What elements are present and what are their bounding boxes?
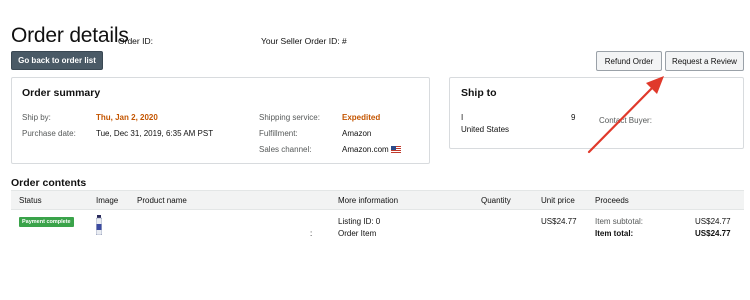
request-review-button[interactable]: Request a Review <box>665 51 744 71</box>
column-more-information: More information <box>338 196 399 205</box>
order-id-label: Order ID: <box>118 36 153 46</box>
item-total-label: Item total: <box>595 229 634 238</box>
ship-to-country: United States <box>461 125 510 134</box>
status-badge: Payment complete <box>19 217 74 227</box>
column-quantity: Quantity <box>481 196 511 205</box>
product-thumbnail[interactable] <box>96 215 102 235</box>
column-image: Image <box>96 196 119 205</box>
order-contents-title: Order contents <box>11 177 87 189</box>
shipping-service-value: Expedited <box>342 113 381 122</box>
sales-channel-value-wrap: Amazon.com <box>342 145 401 154</box>
order-summary-title: Order summary <box>22 87 101 99</box>
ship-by-label: Ship by: <box>22 113 51 122</box>
item-subtotal-label: Item subtotal: <box>595 217 644 226</box>
sales-channel-value: Amazon.com <box>342 145 389 154</box>
item-subtotal-value: US$24.77 <box>695 217 731 226</box>
listing-id: Listing ID: 0 <box>338 217 381 226</box>
ship-to-line1-suffix: 9 <box>571 113 576 122</box>
go-back-button[interactable]: Go back to order list <box>11 51 103 70</box>
purchase-date-value: Tue, Dec 31, 2019, 6:35 AM PST <box>96 129 214 138</box>
sales-channel-label: Sales channel: <box>259 145 312 154</box>
column-product-name: Product name <box>137 196 187 205</box>
refund-order-button[interactable]: Refund Order <box>596 51 662 71</box>
purchase-date-label: Purchase date: <box>22 129 76 138</box>
ship-to-line1: I <box>461 113 464 122</box>
product-name[interactable]: : <box>310 229 312 238</box>
order-item-id: Order Item <box>338 229 377 238</box>
fulfillment-value: Amazon <box>342 129 372 138</box>
ship-by-value: Thu, Jan 2, 2020 <box>96 113 158 122</box>
ship-to-title: Ship to <box>461 87 497 99</box>
unit-price: US$24.77 <box>541 217 577 226</box>
column-unit-price: Unit price <box>541 196 575 205</box>
fulfillment-label: Fulfillment: <box>259 129 298 138</box>
us-flag-icon <box>390 146 401 153</box>
column-proceeds: Proceeds <box>595 196 629 205</box>
page-title: Order details <box>11 24 129 47</box>
contact-buyer-label[interactable]: Contact Buyer: <box>599 116 652 125</box>
item-total-value: US$24.77 <box>695 229 731 238</box>
shipping-service-label: Shipping service: <box>259 113 320 122</box>
seller-order-id-label: Your Seller Order ID: # <box>261 36 347 46</box>
column-status: Status <box>19 196 42 205</box>
